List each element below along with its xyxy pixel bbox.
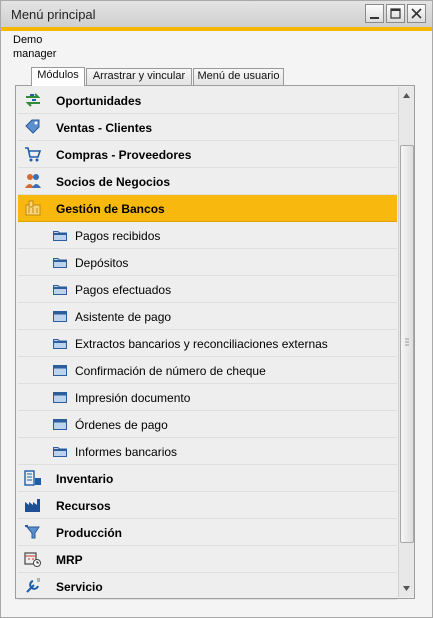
- folder-icon: [53, 258, 67, 268]
- module-produccion[interactable]: Producción: [18, 519, 397, 546]
- scroll-up-arrow-icon[interactable]: [400, 88, 413, 103]
- minimize-icon: [370, 17, 379, 19]
- scrollbar-thumb[interactable]: [400, 145, 414, 543]
- submenu-informes-bancarios[interactable]: Informes bancarios: [18, 438, 397, 465]
- grip-icon: [405, 338, 409, 346]
- module-bancos[interactable]: Gestión de Bancos: [18, 195, 397, 222]
- module-label: Recursos: [56, 499, 111, 513]
- module-compras[interactable]: Compras - Proveedores: [18, 141, 397, 168]
- module-oportunidades[interactable]: Oportunidades: [18, 87, 397, 114]
- module-recursos[interactable]: Recursos: [18, 492, 397, 519]
- submenu-label: Pagos recibidos: [75, 229, 161, 243]
- module-label: Gestión de Bancos: [56, 202, 165, 216]
- module-label: Servicio: [56, 580, 103, 594]
- submenu-label: Confirmación de número de cheque: [75, 364, 266, 378]
- submenu-depositos[interactable]: Depósitos: [18, 249, 397, 276]
- submenu-extractos[interactable]: Extractos bancarios y reconciliaciones e…: [18, 330, 397, 357]
- main-menu-window: Menú principal Demo manager Módulos Arra…: [0, 0, 433, 618]
- folder-icon: [53, 285, 67, 295]
- user-company: Demo: [13, 34, 43, 46]
- window-form-icon: [53, 311, 67, 322]
- module-socios[interactable]: Socios de Negocios: [18, 168, 397, 195]
- vertical-scrollbar[interactable]: [398, 87, 414, 597]
- tab-arrastrar-vincular[interactable]: Arrastrar y vincular: [86, 68, 192, 85]
- user-info: Demo manager: [13, 33, 56, 61]
- maximize-icon: [390, 8, 401, 19]
- submenu-pagos-efectuados[interactable]: Pagos efectuados: [18, 276, 397, 303]
- submenu-asistente-pago[interactable]: Asistente de pago: [18, 303, 397, 330]
- module-ventas[interactable]: Ventas - Clientes: [18, 114, 397, 141]
- user-name: manager: [13, 48, 57, 60]
- window-form-icon: [53, 419, 67, 430]
- submenu-label: Extractos bancarios y reconciliaciones e…: [75, 337, 328, 351]
- scroll-down-arrow-icon[interactable]: [400, 581, 413, 596]
- module-mrp[interactable]: MRP: [18, 546, 397, 573]
- submenu-pagos-recibidos[interactable]: Pagos recibidos: [18, 222, 397, 249]
- tab-menu-usuario[interactable]: Menú de usuario: [193, 68, 284, 85]
- price-tag-icon: [25, 119, 40, 134]
- submenu-label: Órdenes de pago: [75, 418, 168, 432]
- module-label: Oportunidades: [56, 94, 142, 108]
- module-label: Ventas - Clientes: [56, 121, 153, 135]
- window-form-icon: [53, 365, 67, 376]
- submenu-confirmacion-cheque[interactable]: Confirmación de número de cheque: [18, 357, 397, 384]
- window-title: Menú principal: [11, 7, 96, 22]
- maximize-button[interactable]: [386, 4, 405, 23]
- business-partners-icon: [25, 174, 41, 188]
- close-button[interactable]: [407, 4, 426, 23]
- module-inventario[interactable]: Inventario: [18, 465, 397, 492]
- module-label: Compras - Proveedores: [56, 148, 192, 162]
- submenu-label: Pagos efectuados: [75, 283, 172, 297]
- production-icon: [25, 525, 40, 539]
- submenu-ordenes-pago[interactable]: Órdenes de pago: [18, 411, 397, 438]
- modules-panel: Oportunidades Ventas - Clientes Compras …: [15, 85, 415, 600]
- module-label: Socios de Negocios: [56, 175, 171, 189]
- folder-icon: [53, 447, 67, 457]
- shopping-cart-icon: [25, 147, 42, 162]
- submenu-impresion-documento[interactable]: Impresión documento: [18, 384, 397, 411]
- inventory-icon: [24, 470, 41, 486]
- minimize-button[interactable]: [365, 4, 384, 23]
- folder-icon: [53, 231, 67, 241]
- factory-icon: [25, 499, 40, 512]
- title-bar[interactable]: Menú principal: [1, 1, 432, 31]
- tab-modulos[interactable]: Módulos: [31, 67, 85, 86]
- submenu-label: Asistente de pago: [75, 310, 172, 324]
- bank-icon: [25, 200, 41, 216]
- close-icon: [411, 8, 422, 19]
- opportunities-icon: [25, 93, 41, 107]
- module-label: MRP: [56, 553, 83, 567]
- module-label: Inventario: [56, 472, 114, 486]
- wrench-icon: [26, 578, 40, 593]
- module-label: Producción: [56, 526, 123, 540]
- window-form-icon: [53, 392, 67, 403]
- submenu-label: Informes bancarios: [75, 445, 178, 459]
- submenu-label: Impresión documento: [75, 391, 191, 405]
- mrp-calendar-icon: [24, 552, 41, 567]
- submenu-label: Depósitos: [75, 256, 129, 270]
- folder-icon: [53, 339, 67, 349]
- module-servicio[interactable]: Servicio: [18, 573, 397, 600]
